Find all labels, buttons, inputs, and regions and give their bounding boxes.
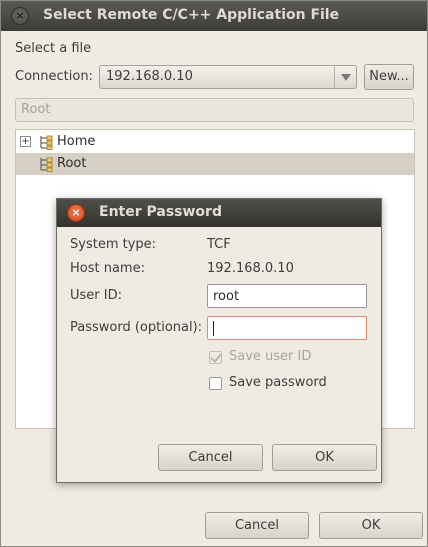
window-title: Select Remote C/C++ Application File [43, 7, 340, 23]
password-label: Password (optional): [70, 320, 203, 335]
dialog-ok-button[interactable]: OK [272, 444, 377, 471]
save-password-checkbox[interactable] [209, 377, 222, 390]
select-file-label: Select a file [15, 41, 92, 56]
enter-password-dialog: × Enter Password System type: TCF Host n… [56, 198, 382, 483]
new-connection-button[interactable]: New... [364, 64, 414, 90]
path-value: Root [21, 102, 51, 117]
system-type-label: System type: [70, 237, 157, 252]
tree-item-home[interactable]: + Home [16, 131, 414, 153]
ok-button[interactable]: OK [319, 512, 423, 539]
host-name-label: Host name: [70, 261, 145, 276]
chevron-down-icon [341, 74, 351, 81]
system-type-value: TCF [207, 237, 231, 252]
tree-item-root[interactable]: Root [16, 153, 414, 175]
tree-item-label: Home [57, 134, 96, 149]
tree-item-label: Root [57, 156, 87, 171]
expand-icon[interactable]: + [20, 136, 31, 147]
host-name-value: 192.168.0.10 [207, 261, 294, 276]
cancel-button[interactable]: Cancel [205, 512, 309, 539]
save-password-label: Save password [229, 375, 327, 390]
connection-value: 192.168.0.10 [106, 69, 193, 84]
text-caret [213, 321, 214, 336]
window-titlebar: × Select Remote C/C++ Application File [1, 1, 427, 31]
connection-dropdown[interactable]: 192.168.0.10 [99, 65, 357, 89]
path-field: Root [15, 98, 414, 122]
folder-icon [40, 157, 53, 172]
dialog-cancel-button[interactable]: Cancel [158, 444, 263, 471]
save-user-id-label: Save user ID [229, 349, 312, 364]
folder-icon [40, 135, 53, 150]
password-input[interactable] [207, 316, 367, 340]
save-user-id-checkbox[interactable] [209, 351, 222, 364]
dialog-close-icon[interactable]: × [67, 204, 85, 222]
window-close-icon[interactable]: × [11, 7, 29, 25]
dialog-titlebar: × Enter Password [57, 199, 381, 227]
dropdown-arrow-box [334, 66, 356, 88]
connection-label: Connection: [15, 69, 93, 84]
user-id-input[interactable] [207, 284, 367, 308]
dialog-title: Enter Password [99, 204, 222, 220]
user-id-label: User ID: [70, 288, 122, 303]
